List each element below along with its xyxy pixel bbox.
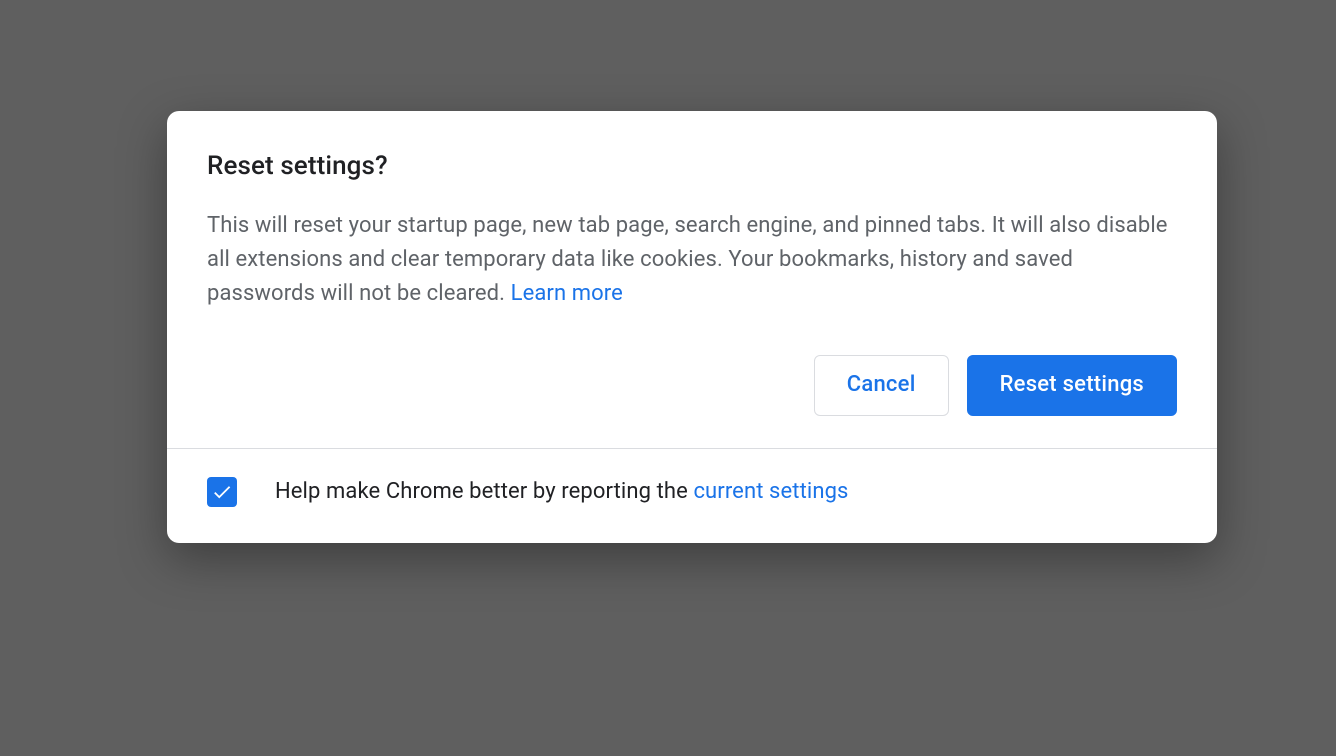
report-settings-checkbox[interactable] [207, 477, 237, 507]
cancel-button[interactable]: Cancel [814, 355, 949, 415]
dialog-footer: Help make Chrome better by reporting the… [167, 448, 1217, 543]
dialog-main: Reset settings? This will reset your sta… [167, 111, 1217, 448]
footer-help-text: Help make Chrome better by reporting the… [275, 479, 848, 504]
current-settings-link[interactable]: current settings [693, 479, 848, 504]
footer-text-prefix: Help make Chrome better by reporting the [275, 479, 693, 504]
dialog-body: This will reset your startup page, new t… [207, 209, 1177, 311]
reset-settings-button[interactable]: Reset settings [967, 355, 1177, 415]
checkmark-icon [211, 481, 233, 503]
button-row: Cancel Reset settings [207, 355, 1177, 415]
reset-settings-dialog: Reset settings? This will reset your sta… [167, 111, 1217, 543]
dialog-title: Reset settings? [207, 151, 1177, 181]
learn-more-link[interactable]: Learn more [511, 281, 623, 306]
dialog-body-text: This will reset your startup page, new t… [207, 213, 1168, 306]
